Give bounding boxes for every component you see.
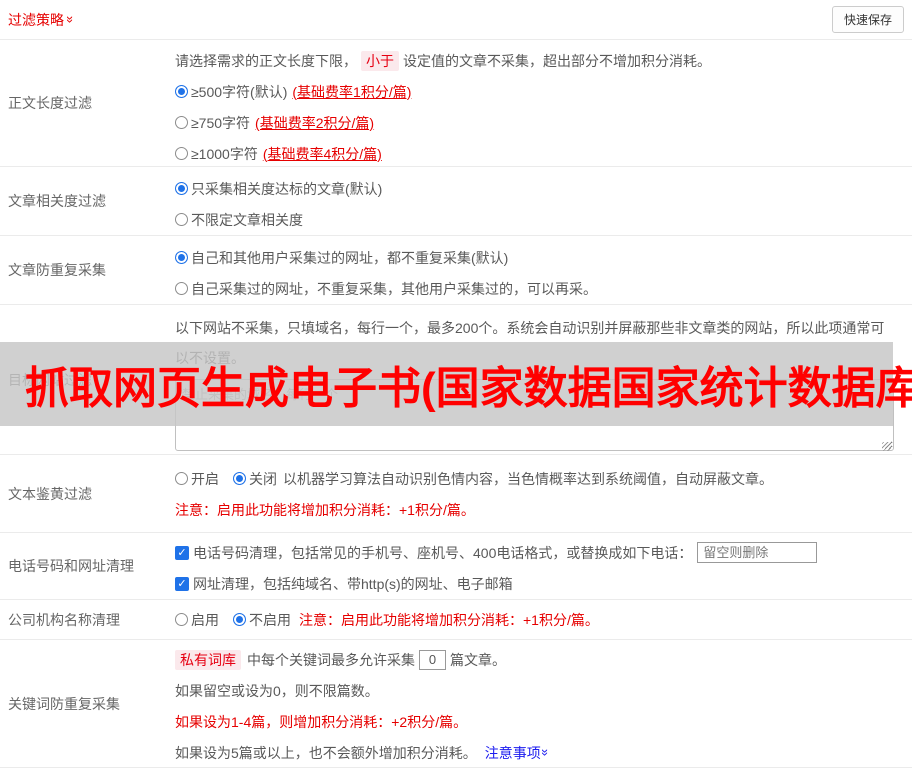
radio-dedup-self[interactable] <box>175 282 188 295</box>
row-body-length-filter: 正文长度过滤 请选择需求的正文长度下限， 小于 设定值的文章不采集，超出部分不增… <box>0 40 912 167</box>
radio-500-selected[interactable] <box>175 85 188 98</box>
row-label: 公司机构名称清理 <box>8 611 120 628</box>
row-label: 电话号码和网址清理 <box>8 558 134 574</box>
phone-cleanup-checkbox-checked[interactable]: ✓ <box>175 545 189 560</box>
row-label: 文章相关度过滤 <box>8 193 106 209</box>
private-thesaurus-tag: 私有词库 <box>175 649 241 670</box>
blocked-domains-textarea[interactable] <box>175 379 894 451</box>
less-than-tag: 小于 <box>361 50 399 71</box>
row-phone-url-cleanup: 电话号码和网址清理 ✓ 电话号码清理，包括常见的手机号、座机号、400电话格式，… <box>0 533 912 600</box>
fee-note: (基础费率2积分/篇) <box>255 114 375 131</box>
row-label: 文章防重复采集 <box>8 262 106 278</box>
radio-company-disable-selected[interactable] <box>233 613 246 626</box>
radio-option-dedup-self: 自己采集过的网址，不重复采集，其他用户采集过的，可以再采。 <box>175 273 906 304</box>
keyword-dedup-line4: 如果设为5篇或以上，也不会额外增加积分消耗。 <box>175 744 477 761</box>
target-site-desc-line1: 以下网站不采集，只填域名，每行一个，最多200个。系统会自动识别并屏蔽那些非文章… <box>175 320 885 336</box>
max-articles-count-input[interactable] <box>419 649 446 670</box>
row-label: 正文长度过滤 <box>8 95 92 111</box>
keyword-dedup-line3: 如果设为1-4篇，则增加积分消耗：+2积分/篇。 <box>175 713 468 730</box>
chevron-double-down-icon: » <box>537 748 553 757</box>
row-company-name-cleanup: 公司机构名称清理 启用 不启用 注意：启用此功能将增加积分消耗：+1积分/篇。 <box>0 600 912 640</box>
radio-option-dedup-all: 自己和其他用户采集过的网址，都不重复采集(默认) <box>175 242 906 273</box>
radio-porn-off-selected[interactable] <box>233 472 246 485</box>
toolbar: 过滤策略 » 快速保存 <box>0 0 912 40</box>
url-cleanup-text: 网址清理，包括纯域名、带http(s)的网址、电子邮箱 <box>193 575 513 592</box>
body-length-intro: 请选择需求的正文长度下限， 小于 设定值的文章不采集，超出部分不增加积分消耗。 <box>175 50 711 71</box>
porn-filter-desc: 以机器学习算法自动识别色情内容，当色情概率达到系统阈值，自动屏蔽文章。 <box>283 470 773 487</box>
row-relevance-filter: 文章相关度过滤 只采集相关度达标的文章(默认) 不限定文章相关度 <box>0 167 912 236</box>
url-cleanup-checkbox-checked[interactable]: ✓ <box>175 576 189 591</box>
radio-option-500: ≥500字符(默认) (基础费率1积分/篇) <box>175 76 906 107</box>
target-site-desc-line2: 以不设置。 <box>175 350 245 366</box>
replacement-phone-input[interactable] <box>697 542 818 563</box>
quick-save-button[interactable]: 快速保存 <box>831 6 904 33</box>
row-keyword-dedup: 关键词防重复采集 私有词库 中每个关键词最多允许采集 篇文章。 如果留空或设为0… <box>0 640 912 768</box>
row-dedup-collection: 文章防重复采集 自己和其他用户采集过的网址，都不重复采集(默认) 自己采集过的网… <box>0 236 912 305</box>
radio-1000[interactable] <box>175 147 188 160</box>
radio-option-relevance-any: 不限定文章相关度 <box>175 204 906 235</box>
row-target-site-filter: 目标网站过滤 以下网站不采集，只填域名，每行一个，最多200个。系统会自动识别并… <box>0 305 912 455</box>
radio-relevance-strict-selected[interactable] <box>175 182 188 195</box>
row-label: 关键词防重复采集 <box>8 695 120 712</box>
row-label: 文本鉴黄过滤 <box>8 485 92 502</box>
page-title: 过滤策略 » <box>8 10 79 30</box>
phone-cleanup-text: 电话号码清理，包括常见的手机号、座机号、400电话格式，或替换成如下电话： <box>193 544 693 561</box>
fee-note: (基础费率1积分/篇) <box>292 83 412 100</box>
chevron-double-down-icon: » <box>63 15 79 24</box>
radio-dedup-all-selected[interactable] <box>175 251 188 264</box>
row-label: 目标网站过滤 <box>8 371 92 388</box>
radio-option-relevance-strict: 只采集相关度达标的文章(默认) <box>175 173 906 204</box>
radio-750[interactable] <box>175 116 188 129</box>
company-cleanup-warning: 注意：启用此功能将增加积分消耗：+1积分/篇。 <box>299 611 599 628</box>
radio-porn-on[interactable] <box>175 472 188 485</box>
porn-filter-warning: 注意：启用此功能将增加积分消耗：+1积分/篇。 <box>175 501 475 518</box>
notes-link[interactable]: 注意事项 » <box>485 743 553 763</box>
radio-option-1000: ≥1000字符 (基础费率4积分/篇) <box>175 138 906 169</box>
radio-company-enable[interactable] <box>175 613 188 626</box>
radio-option-750: ≥750字符 (基础费率2积分/篇) <box>175 107 906 138</box>
fee-note: (基础费率4积分/篇) <box>262 145 382 162</box>
row-porn-filter: 文本鉴黄过滤 开启 关闭 以机器学习算法自动识别色情内容，当色情概率达到系统阈值… <box>0 455 912 533</box>
keyword-dedup-line2: 如果留空或设为0，则不限篇数。 <box>175 682 379 699</box>
radio-relevance-any[interactable] <box>175 213 188 226</box>
page-title-text: 过滤策略 <box>8 11 64 28</box>
